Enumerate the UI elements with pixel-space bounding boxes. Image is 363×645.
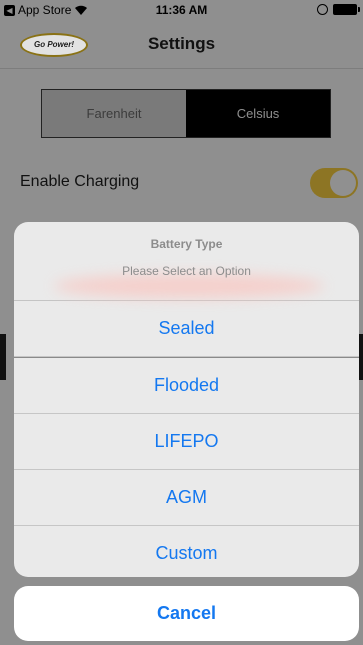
segment-farenheit[interactable]: Farenheit [42, 90, 186, 137]
enable-charging-toggle[interactable] [310, 168, 358, 198]
option-lifepo[interactable]: LIFEPO [14, 414, 359, 470]
battery-type-action-sheet: Battery Type Please Select an Option Sea… [14, 222, 359, 577]
rotation-lock-icon [317, 4, 328, 15]
option-agm[interactable]: AGM [14, 470, 359, 526]
navigation-bar: Go Power! Settings [0, 20, 363, 69]
action-sheet-message: Please Select an Option [122, 264, 251, 278]
toggle-knob [330, 170, 356, 196]
temperature-unit-segment: Farenheit Celsius [41, 89, 331, 138]
action-sheet-header: Battery Type Please Select an Option [14, 222, 359, 301]
battery-icon [333, 4, 360, 15]
status-bar: ◀ App Store 11:36 AM [0, 0, 363, 20]
enable-charging-label: Enable Charging [20, 173, 140, 190]
status-time: 11:36 AM [155, 3, 208, 17]
segment-celsius[interactable]: Celsius [186, 90, 330, 137]
cancel-button[interactable]: Cancel [14, 586, 359, 641]
action-sheet-title: Battery Type [150, 237, 223, 251]
status-right [317, 4, 360, 15]
option-sealed[interactable]: Sealed [14, 301, 359, 357]
option-custom[interactable]: Custom [14, 526, 359, 577]
page-title: Settings [147, 34, 216, 53]
option-flooded[interactable]: Flooded [14, 357, 359, 414]
background-divider-left [0, 334, 6, 380]
